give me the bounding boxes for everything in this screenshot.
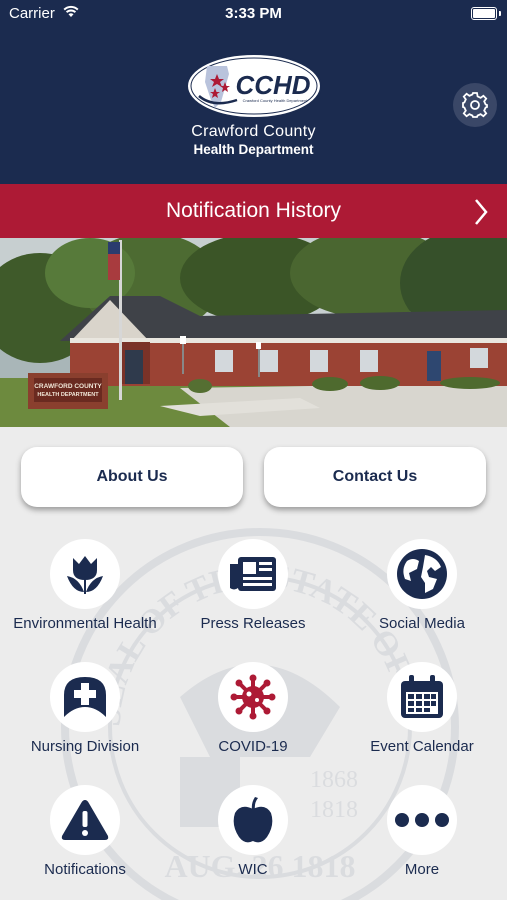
nurse-cap-icon (64, 677, 106, 717)
covid-19-label: COVID-19 (218, 738, 288, 755)
wic-tile[interactable]: WIC (169, 785, 337, 878)
environmental-health-tile[interactable]: Environmental Health (1, 539, 169, 632)
press-releases-circle (218, 539, 288, 609)
app-header: Carrier 3:33 PM CCHD Crawford County Hea… (0, 0, 507, 184)
cchd-logo: CCHD Crawford County Health Department (186, 53, 322, 119)
warning-icon (61, 800, 109, 840)
covid-19-circle (218, 662, 288, 732)
contact-us-button[interactable]: Contact Us (264, 447, 486, 507)
press-releases-label: Press Releases (200, 615, 306, 632)
environmental-health-label: Environmental Health (13, 615, 157, 632)
notification-history-bar[interactable]: Notification History (0, 184, 507, 238)
nursing-division-tile[interactable]: Nursing Division (1, 662, 169, 755)
social-media-circle (387, 539, 457, 609)
virus-icon (230, 674, 276, 720)
notifications-circle (50, 785, 120, 855)
more-label: More (404, 861, 440, 878)
notifications-label: Notifications (44, 861, 126, 878)
chevron-right-icon (475, 199, 488, 225)
nursing-division-circle (50, 662, 120, 732)
about-us-button[interactable]: About Us (21, 447, 243, 507)
newspaper-icon (230, 557, 276, 591)
event-calendar-tile[interactable]: Event Calendar (338, 662, 506, 755)
event-calendar-circle (387, 662, 457, 732)
nursing-division-label: Nursing Division (30, 738, 140, 755)
notifications-tile[interactable]: Notifications (1, 785, 169, 878)
logo-text: CCHD (235, 70, 310, 100)
logo-subtext: Crawford County Health Department (243, 98, 309, 103)
wic-label: WIC (238, 861, 268, 878)
notification-history-label: Notification History (165, 199, 342, 222)
battery-tip (499, 11, 501, 16)
battery-icon (471, 7, 497, 20)
wic-circle (218, 785, 288, 855)
press-releases-tile[interactable]: Press Releases (169, 539, 337, 632)
clock: 3:33 PM (225, 5, 282, 22)
gear-icon (462, 92, 488, 118)
sign-line2: HEALTH DEPARTMENT (37, 392, 99, 398)
org-name-line2: Health Department (193, 142, 314, 157)
covid-19-tile[interactable]: COVID-19 (169, 662, 337, 755)
apple-icon (233, 797, 273, 843)
sign-line1: CRAWFORD COUNTY (34, 383, 102, 390)
org-name-line1: Crawford County (191, 123, 316, 140)
more-circle (387, 785, 457, 855)
tulip-icon (67, 556, 103, 594)
main-panel: SEAL OF THE STATE OF ILLINOIS 1868 1818 … (0, 427, 507, 900)
more-icon (395, 813, 449, 827)
settings-button[interactable] (453, 83, 497, 127)
environmental-health-circle (50, 539, 120, 609)
calendar-icon (401, 675, 443, 718)
building-photo: CRAWFORD COUNTY HEALTH DEPARTMENT (0, 238, 507, 427)
more-tile[interactable]: More (338, 785, 506, 878)
social-media-label: Social Media (379, 615, 465, 632)
globe-icon (397, 549, 447, 599)
status-bar: Carrier 3:33 PM (0, 0, 507, 28)
event-calendar-label: Event Calendar (370, 738, 474, 755)
social-media-tile[interactable]: Social Media (338, 539, 506, 632)
